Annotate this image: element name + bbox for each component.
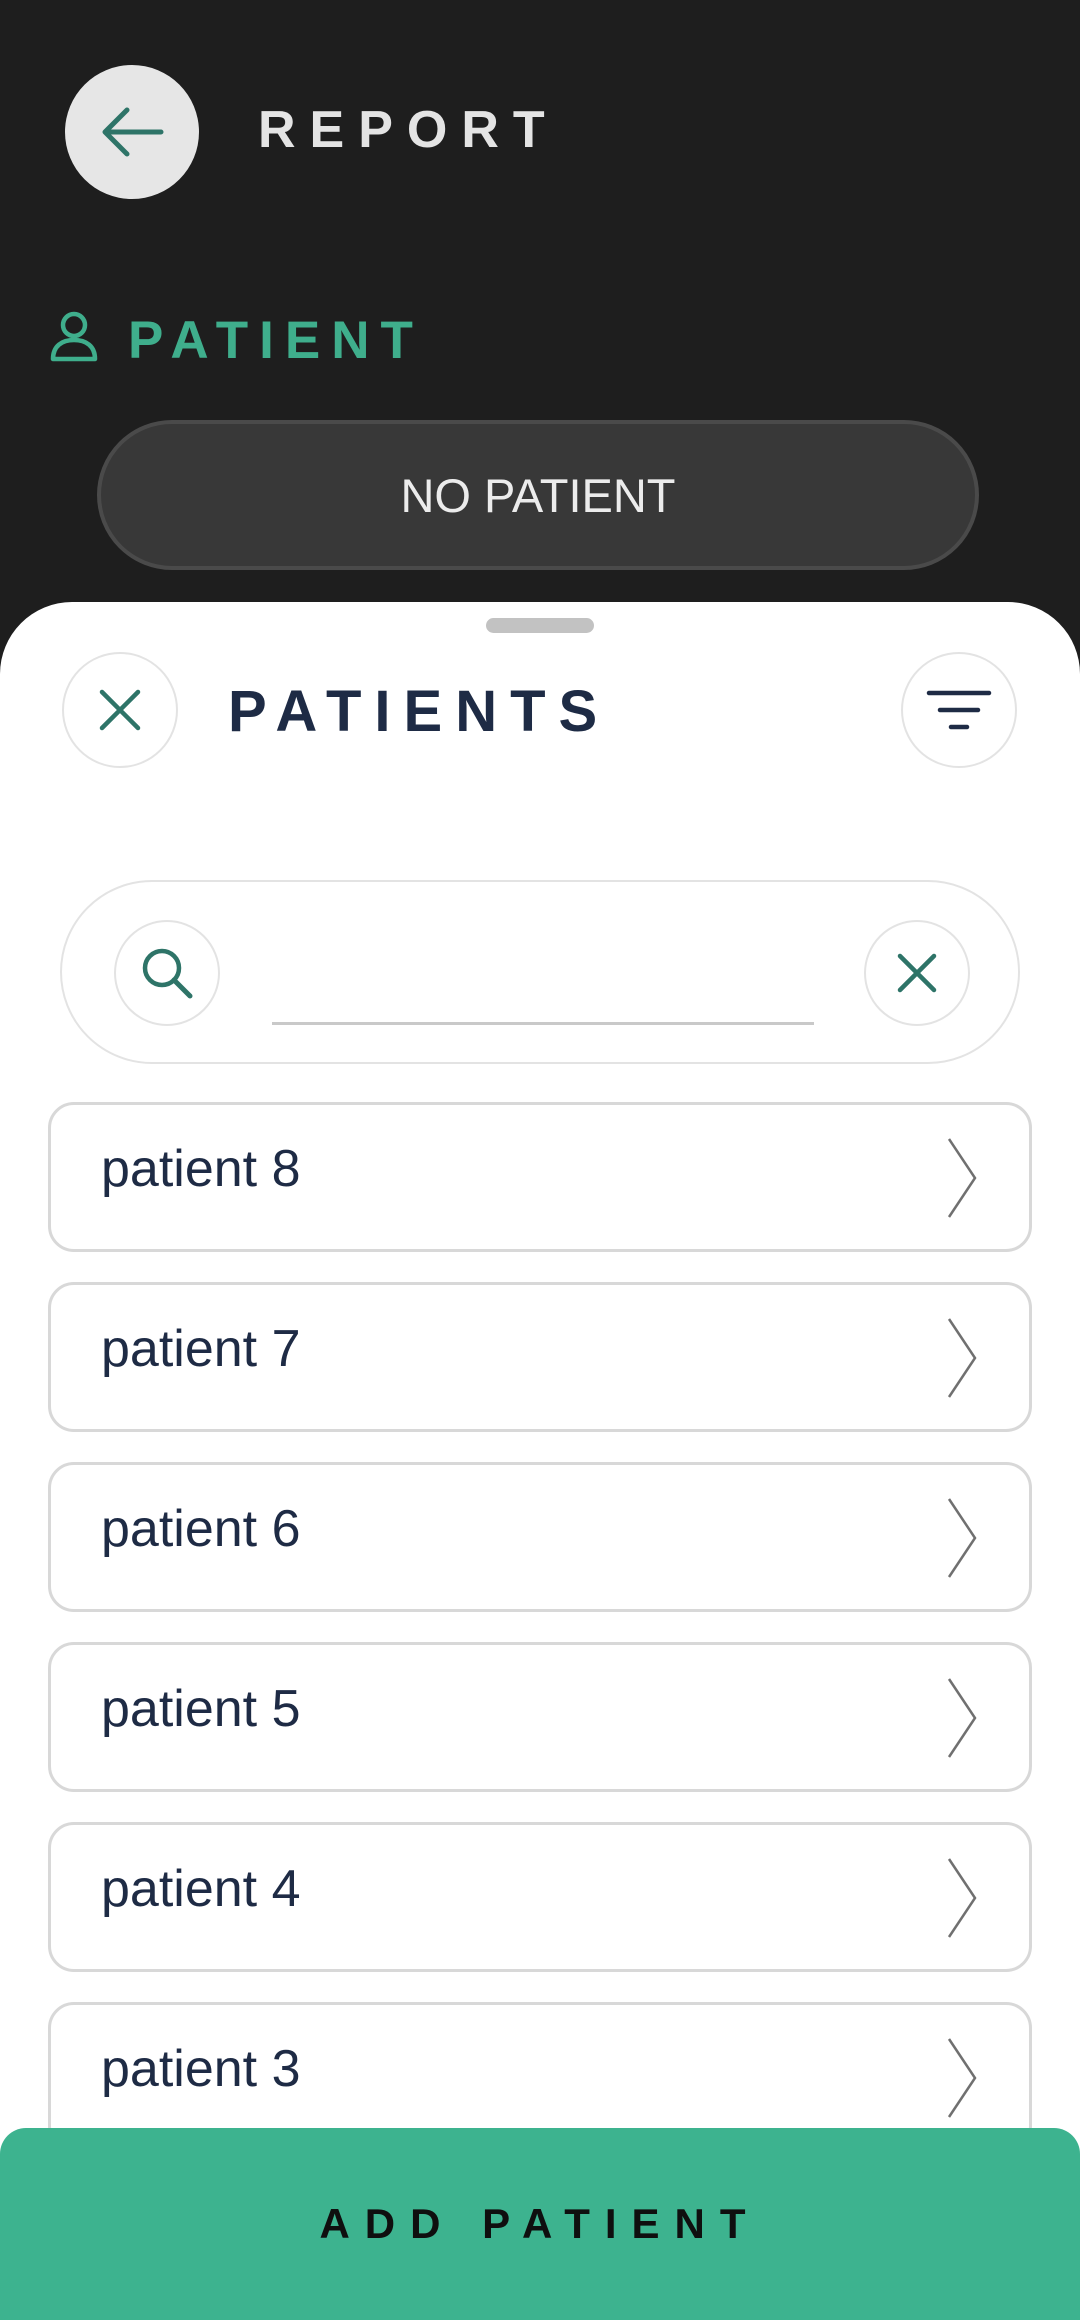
patient-name: patient 5 (101, 1680, 301, 1738)
list-item[interactable]: patient 7 (48, 1282, 1032, 1432)
chevron-right-icon (947, 1678, 977, 1758)
arrow-left-icon (102, 107, 164, 157)
close-icon (99, 689, 141, 731)
page-title: REPORT (258, 101, 559, 159)
select-patient-button[interactable]: NO PATIENT (97, 420, 979, 570)
filter-button[interactable] (901, 652, 1017, 768)
patients-sheet: PATIENTS patient 8 patient 7 patient 6 p… (0, 602, 1080, 2320)
filter-icon (926, 690, 992, 730)
list-item[interactable]: patient 8 (48, 1102, 1032, 1252)
patient-name: patient 4 (101, 1860, 301, 1918)
chevron-right-icon (947, 1498, 977, 1578)
sheet-title: PATIENTS (228, 679, 611, 744)
clear-search-button[interactable] (864, 920, 970, 1026)
user-icon (50, 311, 98, 362)
patient-section-label: PATIENT (128, 311, 424, 370)
search-button[interactable] (114, 920, 220, 1026)
add-patient-button[interactable]: ADD PATIENT (0, 2128, 1080, 2320)
chevron-right-icon (947, 1138, 977, 1218)
close-sheet-button[interactable] (62, 652, 178, 768)
sheet-drag-handle[interactable] (486, 618, 594, 633)
chevron-right-icon (947, 2038, 977, 2118)
patient-name: patient 8 (101, 1140, 301, 1198)
search-icon (142, 948, 193, 999)
patient-name: patient 7 (101, 1320, 301, 1378)
search-bar (60, 880, 1020, 1064)
list-item[interactable]: patient 5 (48, 1642, 1032, 1792)
list-item[interactable]: patient 6 (48, 1462, 1032, 1612)
search-input[interactable] (272, 932, 814, 1025)
chevron-right-icon (947, 1858, 977, 1938)
chevron-right-icon (947, 1318, 977, 1398)
list-item[interactable]: patient 4 (48, 1822, 1032, 1972)
close-icon (897, 953, 937, 993)
patient-name: patient 6 (101, 1500, 301, 1558)
patient-name: patient 3 (101, 2040, 301, 2098)
back-button[interactable] (65, 65, 199, 199)
